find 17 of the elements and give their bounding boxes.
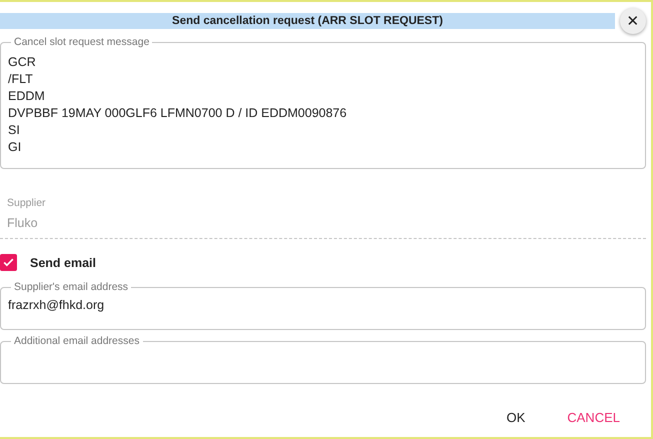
field-value: GCR /FLT EDDM DVPBBF 19MAY 000GLF6 LFMN0700 D / ID EDDM0090876 SI GI — [8, 54, 348, 156]
email-field[interactable]: Additional email addresses — [0, 335, 646, 384]
check-icon — [2, 256, 15, 269]
checkbox-label: Send email — [30, 256, 96, 270]
close-button[interactable]: ✕ — [620, 8, 646, 34]
field-label: Cancel slot request message — [13, 36, 150, 48]
dialog-title: Send cancellation request (ARR SLOT REQUEST) — [0, 13, 615, 29]
email-field[interactable]: Supplier's email address frazrxh@fhkd.org — [0, 281, 646, 330]
field-label: Additional email addresses — [13, 335, 140, 347]
message-field[interactable]: Cancel slot request message GCR /FLT EDDM DVPBBF 19MAY 000GLF6 LFMN0700 D / ID EDDM0090876 SI GI — [0, 36, 646, 169]
cancel-button[interactable]: CANCEL — [561, 406, 626, 429]
field-label: Supplier — [7, 197, 47, 209]
checkbox[interactable] — [0, 254, 17, 271]
ok-button[interactable]: OK — [500, 406, 532, 429]
field-label: Supplier's email address — [13, 281, 130, 293]
email-input[interactable]: frazrxh@fhkd.org — [8, 293, 638, 321]
field-value: Fluko — [7, 216, 39, 230]
